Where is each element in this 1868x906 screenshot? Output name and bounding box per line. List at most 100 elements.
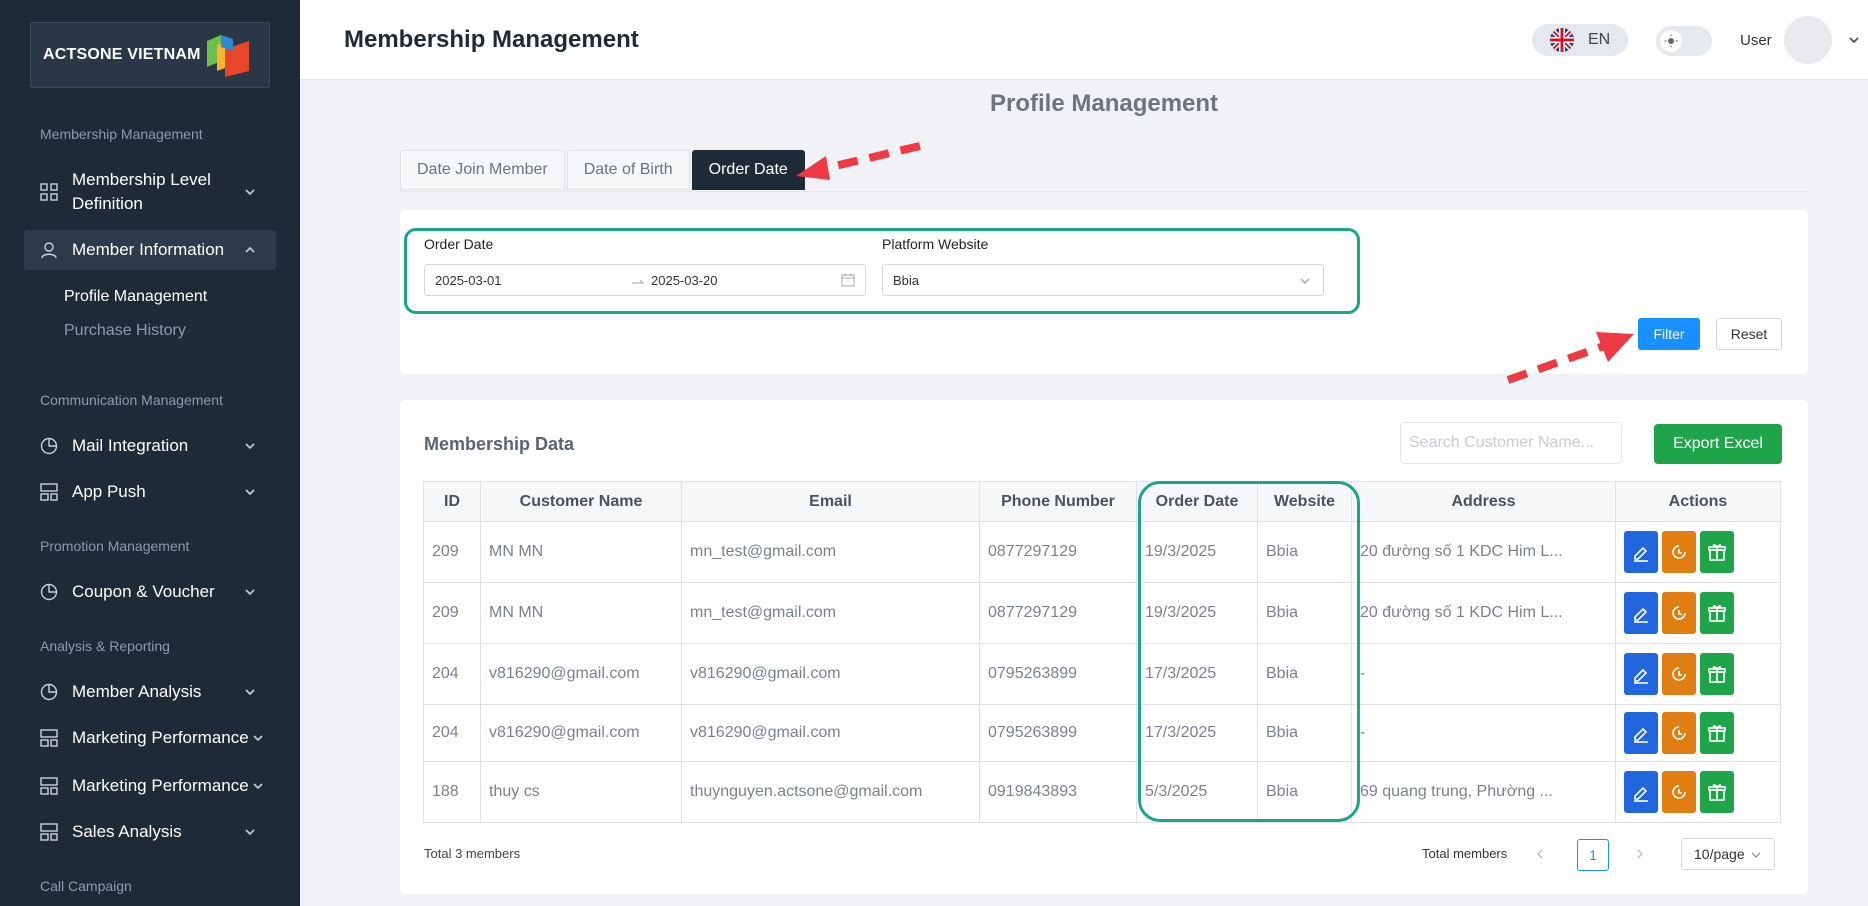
gift-button[interactable] <box>1700 592 1734 634</box>
page-size-select[interactable]: 10/page <box>1681 838 1775 870</box>
nav-mail-integration[interactable]: Mail Integration <box>24 432 276 460</box>
chevron-down-icon <box>245 689 255 696</box>
col-phone-number: Phone Number <box>979 481 1137 522</box>
col-email: Email <box>681 481 980 522</box>
cell-address: 20 đường số 1 KDC Him L... <box>1351 582 1616 644</box>
pie-chart-icon <box>40 437 58 455</box>
history-button[interactable] <box>1662 531 1696 573</box>
edit-button[interactable] <box>1624 531 1658 573</box>
language-switcher[interactable]: EN <box>1532 24 1628 56</box>
cell-email: thuynguyen.actsone@gmail.com <box>681 761 980 823</box>
reset-button[interactable]: Reset <box>1716 318 1782 350</box>
table-row: 209 MN MN mn_test@gmail.com 0877297129 19/3/… <box>423 521 1781 583</box>
total-members-label: Total members <box>1422 846 1508 861</box>
cell-email: mn_test@gmail.com <box>681 521 980 583</box>
top-header: Membership Management EN User <box>300 0 1868 80</box>
chevron-left-icon[interactable] <box>1534 848 1546 860</box>
pie-chart-icon <box>40 583 58 601</box>
brand-logo[interactable]: ACTSONE VIETNAM <box>30 22 270 88</box>
edit-button[interactable] <box>1624 771 1658 813</box>
gift-icon <box>1708 725 1726 742</box>
layout-icon <box>40 483 58 501</box>
app-title: Membership Management <box>344 26 639 53</box>
gift-button[interactable] <box>1700 653 1734 695</box>
chevron-down-icon <box>245 189 255 196</box>
nav-label: App Push <box>72 482 146 501</box>
cell-customer-name: v816290@gmail.com <box>480 704 682 762</box>
nav-label: Member Analysis <box>72 682 202 701</box>
cell-phone: 0795263899 <box>979 643 1137 705</box>
subnav-purchase-history[interactable]: Purchase History <box>64 322 186 340</box>
table-row: 188 thuy cs thuynguyen.actsone@gmail.com 09… <box>423 761 1781 823</box>
gift-button[interactable] <box>1700 712 1734 754</box>
subnav-profile-management[interactable]: Profile Management <box>64 288 207 306</box>
tab-order-date[interactable]: Order Date <box>691 150 805 190</box>
filter-button[interactable]: Filter <box>1638 318 1700 350</box>
layout-icon <box>40 777 58 795</box>
cell-customer-name: MN MN <box>480 582 682 644</box>
pie-chart-icon <box>40 683 58 701</box>
membership-data-card: Membership Data Search Customer Name... … <box>400 400 1808 894</box>
nav-member-analysis[interactable]: Member Analysis <box>24 678 276 706</box>
nav-label: Member Information <box>72 240 225 259</box>
history-button[interactable] <box>1662 592 1696 634</box>
nav-membership-level-definition[interactable]: Membership Level Definition <box>24 168 276 216</box>
pencil-icon <box>1634 786 1648 802</box>
gift-icon <box>1708 544 1726 561</box>
history-icon <box>1672 726 1686 740</box>
chevron-down-icon <box>253 735 263 742</box>
brand-name: ACTSONE VIETNAM <box>43 46 201 63</box>
section-title: Membership Data <box>424 434 575 454</box>
total-count: Total 3 members <box>424 846 521 861</box>
cell-address: 20 đường số 1 KDC Him L... <box>1351 521 1616 583</box>
nav-sales-analysis[interactable]: Sales Analysis <box>24 818 276 846</box>
table-row: 209 MN MN mn_test@gmail.com 0877297129 19/3/… <box>423 582 1781 644</box>
user-icon <box>41 242 57 259</box>
search-input[interactable]: Search Customer Name... <box>1400 422 1622 464</box>
nav-label: Mail Integration <box>72 436 189 455</box>
cell-customer-name: thuy cs <box>480 761 682 823</box>
edit-button[interactable] <box>1624 592 1658 634</box>
table-header: ID Customer Name Email Phone Number Orde… <box>423 481 1781 522</box>
chevron-down-icon <box>245 489 255 496</box>
chevron-right-icon[interactable] <box>1634 848 1646 860</box>
cell-id: 204 <box>423 704 481 762</box>
uk-flag-icon <box>1550 28 1574 52</box>
cell-address: 69 quang trung, Phường ... <box>1351 761 1616 823</box>
cell-actions <box>1615 704 1781 762</box>
cell-actions <box>1615 643 1781 705</box>
cell-address: - <box>1351 643 1616 705</box>
avatar[interactable] <box>1784 16 1832 64</box>
nav-app-push[interactable]: App Push <box>24 478 276 506</box>
section-analysis-reporting: Analysis & Reporting <box>40 638 170 654</box>
history-button[interactable] <box>1662 712 1696 754</box>
chevron-up-icon <box>245 246 255 253</box>
tab-date-of-birth[interactable]: Date of Birth <box>566 150 690 190</box>
page-size-value: 10/page <box>1694 846 1745 862</box>
cell-actions <box>1615 761 1781 823</box>
chevron-down-icon[interactable] <box>1848 34 1860 46</box>
nav-label: Coupon & Voucher <box>72 582 215 601</box>
history-button[interactable] <box>1662 771 1696 813</box>
edit-button[interactable] <box>1624 712 1658 754</box>
tab-date-join-member[interactable]: Date Join Member <box>400 150 565 190</box>
gift-button[interactable] <box>1700 771 1734 813</box>
edit-button[interactable] <box>1624 653 1658 695</box>
gift-button[interactable] <box>1700 531 1734 573</box>
nav-coupon-voucher[interactable]: Coupon & Voucher <box>24 578 276 606</box>
nav-member-information[interactable]: Member Information <box>24 230 276 270</box>
nav-marketing-performance-2[interactable]: Marketing Performance <box>24 772 276 800</box>
page-number[interactable]: 1 <box>1577 839 1609 871</box>
section-promotion-management: Promotion Management <box>40 538 190 554</box>
chevron-down-icon <box>245 443 255 450</box>
chevron-down-icon <box>245 589 255 596</box>
nav-marketing-performance[interactable]: Marketing Performance <box>24 724 276 752</box>
export-excel-button[interactable]: Export Excel <box>1654 424 1782 464</box>
theme-toggle[interactable] <box>1656 26 1712 56</box>
history-icon <box>1672 545 1686 559</box>
cell-email: v816290@gmail.com <box>681 643 980 705</box>
col-address: Address <box>1351 481 1616 522</box>
brand-mark-icon <box>207 35 249 77</box>
chevron-down-icon <box>253 783 263 790</box>
history-button[interactable] <box>1662 653 1696 695</box>
